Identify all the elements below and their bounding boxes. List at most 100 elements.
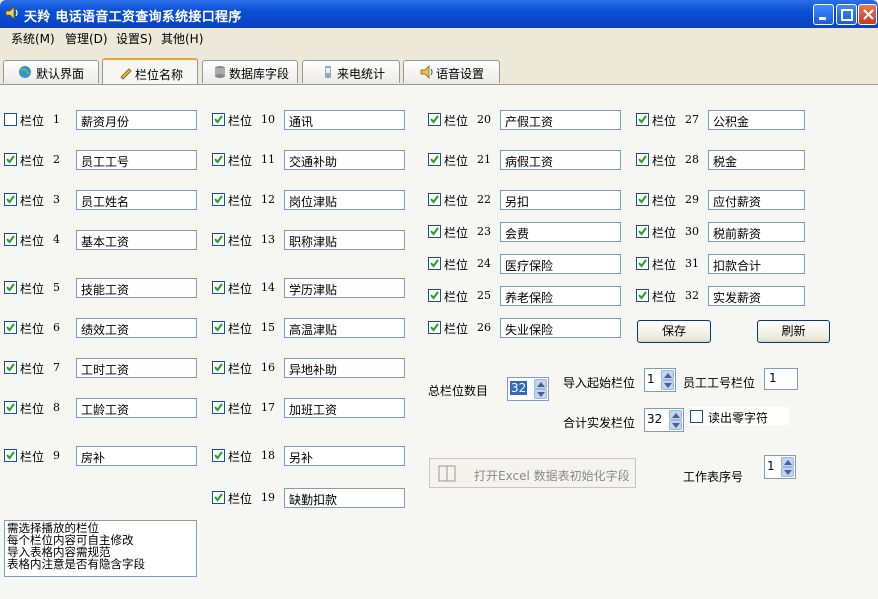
save-button[interactable]: 保存 [637,320,711,343]
field-checkbox[interactable] [4,153,17,166]
field-name-input[interactable]: 失业保险 [500,318,621,338]
close-button[interactable] [858,4,877,25]
field-checkbox[interactable] [4,193,17,206]
tab-db-fields[interactable]: 数据库字段 [202,60,298,83]
field-name-input[interactable]: 加班工资 [284,398,405,418]
field-name-input[interactable]: 公积金 [708,110,805,130]
spin-down-icon[interactable] [781,467,794,477]
field-name-input[interactable]: 学历津贴 [284,278,405,298]
field-checkbox[interactable] [636,193,649,206]
field-checkbox[interactable] [4,401,17,414]
field-checkbox[interactable] [4,113,17,126]
field-name-input[interactable]: 技能工资 [76,278,197,298]
field-checkbox[interactable] [212,449,225,462]
spin-up-icon[interactable] [661,370,674,380]
field-checkbox[interactable] [212,491,225,504]
field-checkbox[interactable] [428,153,441,166]
spin-down-icon[interactable] [669,420,682,430]
field-row: 栏位 16 异地补助 [212,358,406,378]
field-checkbox[interactable] [636,153,649,166]
field-checkbox[interactable] [428,289,441,302]
field-name-input[interactable]: 高温津贴 [284,318,405,338]
tab-voice-settings[interactable]: 语音设置 [403,60,500,83]
field-name-input[interactable]: 交通补助 [284,150,405,170]
spin-up-icon[interactable] [781,457,794,467]
field-name-input[interactable]: 工龄工资 [76,398,197,418]
field-name-input[interactable]: 扣款合计 [708,254,805,274]
field-checkbox[interactable] [212,321,225,334]
refresh-button[interactable]: 刷新 [757,320,830,343]
field-checkbox[interactable] [636,113,649,126]
tab-call-stats[interactable]: 来电统计 [302,60,400,83]
total-pay-spinner[interactable]: 32 [644,408,684,432]
menu-settings[interactable]: 设置S) [116,30,152,47]
field-name-input[interactable]: 产假工资 [500,110,621,130]
field-checkbox[interactable] [212,193,225,206]
hint-memo[interactable]: 需选择播放的栏位 每个栏位内容可自主修改 导入表格内容需规范 表格内注意是否有隐… [4,520,197,577]
open-excel-button[interactable]: 打开Excel 数据表初始化字段 [429,458,636,488]
field-checkbox[interactable] [428,113,441,126]
spin-up-icon[interactable] [534,379,547,389]
title-bar[interactable]: 天羚 电话语音工资查询系统接口程序 [0,0,878,28]
sheet-index-spinner[interactable]: 1 [764,455,796,479]
field-checkbox[interactable] [212,281,225,294]
emp-id-field-input[interactable]: 1 [764,368,798,390]
maximize-button[interactable] [836,4,857,25]
spin-down-icon[interactable] [534,389,547,399]
field-name-input[interactable]: 实发薪资 [708,286,805,306]
spin-up-icon[interactable] [669,410,682,420]
field-name-input[interactable]: 薪资月份 [76,110,197,130]
field-name-input[interactable]: 医疗保险 [500,254,621,274]
menu-system[interactable]: 系统(M) [11,30,55,47]
check-icon [638,259,647,268]
field-name-input[interactable]: 职称津贴 [284,230,405,250]
field-checkbox[interactable] [4,233,17,246]
field-checkbox[interactable] [636,225,649,238]
field-checkbox[interactable] [428,321,441,334]
field-checkbox[interactable] [4,281,17,294]
field-checkbox[interactable] [4,449,17,462]
field-name-input[interactable]: 应付薪资 [708,190,805,210]
read-zero-option[interactable]: 读出零字符 [690,407,789,425]
field-checkbox[interactable] [428,193,441,206]
spin-down-icon[interactable] [661,380,674,390]
field-name-input[interactable]: 缺勤扣款 [284,488,405,508]
menu-manage[interactable]: 管理(D) [65,30,108,47]
field-checkbox[interactable] [428,257,441,270]
field-name-input[interactable]: 异地补助 [284,358,405,378]
field-label: 栏位 [444,322,469,336]
field-checkbox[interactable] [212,153,225,166]
field-checkbox[interactable] [212,113,225,126]
field-checkbox[interactable] [636,257,649,270]
field-name-input[interactable]: 病假工资 [500,150,621,170]
tab-field-names[interactable]: 栏位名称 [102,58,198,84]
field-name-input[interactable]: 税前薪资 [708,222,805,242]
field-name-input[interactable]: 另扣 [500,190,621,210]
field-name-input[interactable]: 另补 [284,446,405,466]
field-checkbox[interactable] [212,233,225,246]
field-checkbox[interactable] [4,361,17,374]
field-checkbox[interactable] [4,321,17,334]
field-name-input[interactable]: 养老保险 [500,286,621,306]
total-fields-spinner[interactable]: 32 [507,377,549,401]
field-name-input[interactable]: 工时工资 [76,358,197,378]
tab-default[interactable]: 默认界面 [3,60,99,83]
field-name-input[interactable]: 员工工号 [76,150,197,170]
minimize-button[interactable] [813,4,834,25]
field-name-input[interactable]: 通讯 [284,110,405,130]
field-name-input[interactable]: 房补 [76,446,197,466]
field-checkbox[interactable] [212,401,225,414]
field-name-input[interactable]: 基本工资 [76,230,197,250]
field-checkbox[interactable] [428,225,441,238]
menu-other[interactable]: 其他(H) [161,30,203,47]
field-name-input[interactable]: 岗位津贴 [284,190,405,210]
import-start-spinner[interactable]: 1 [644,368,676,392]
field-name-input[interactable]: 税金 [708,150,805,170]
field-name-input[interactable]: 员工姓名 [76,190,197,210]
field-checkbox[interactable] [212,361,225,374]
read-zero-checkbox[interactable] [690,410,703,423]
field-name-input[interactable]: 绩效工资 [76,318,197,338]
field-name-input[interactable]: 会费 [500,222,621,242]
field-checkbox[interactable] [636,289,649,302]
field-row: 栏位 20 产假工资 [428,110,622,130]
